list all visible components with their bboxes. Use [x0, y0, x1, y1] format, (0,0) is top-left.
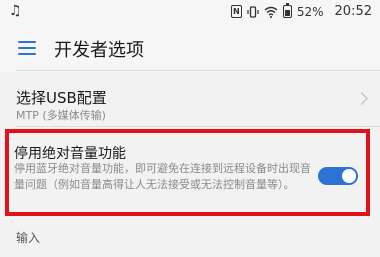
battery-percent: 52%	[296, 4, 324, 19]
page-title: 开发者选项	[54, 40, 144, 61]
divider	[16, 126, 380, 127]
status-bar: ♫ N 52% 20:52	[0, 0, 380, 26]
clock: 20:52	[334, 4, 372, 19]
toggle-knob	[342, 169, 356, 183]
menu-icon[interactable]	[18, 41, 36, 55]
usb-config-item[interactable]: 选择USB配置 MTP (多媒体传输)	[0, 80, 380, 124]
battery-icon	[282, 3, 292, 18]
status-icons: N 52% 20:52	[230, 3, 372, 19]
usb-config-title: 选择USB配置	[16, 89, 107, 107]
usb-config-value: MTP (多媒体传输)	[16, 109, 106, 122]
wifi-icon	[264, 6, 278, 18]
chevron-right-icon	[355, 92, 368, 105]
app-bar: 开发者选项	[0, 26, 380, 72]
absolute-volume-toggle[interactable]	[318, 167, 358, 185]
section-header-input: 输入	[16, 231, 41, 245]
divider	[16, 70, 380, 71]
vibrate-icon	[247, 5, 259, 18]
nfc-icon: N	[230, 5, 242, 18]
absolute-volume-title: 停用绝对音量功能	[14, 146, 126, 162]
absolute-volume-description: 停用蓝牙绝对音量功能，即可避免在连接到远程设备时出现音量问题（例如音量高得让人无…	[14, 162, 311, 191]
music-note-icon: ♫	[9, 3, 22, 19]
